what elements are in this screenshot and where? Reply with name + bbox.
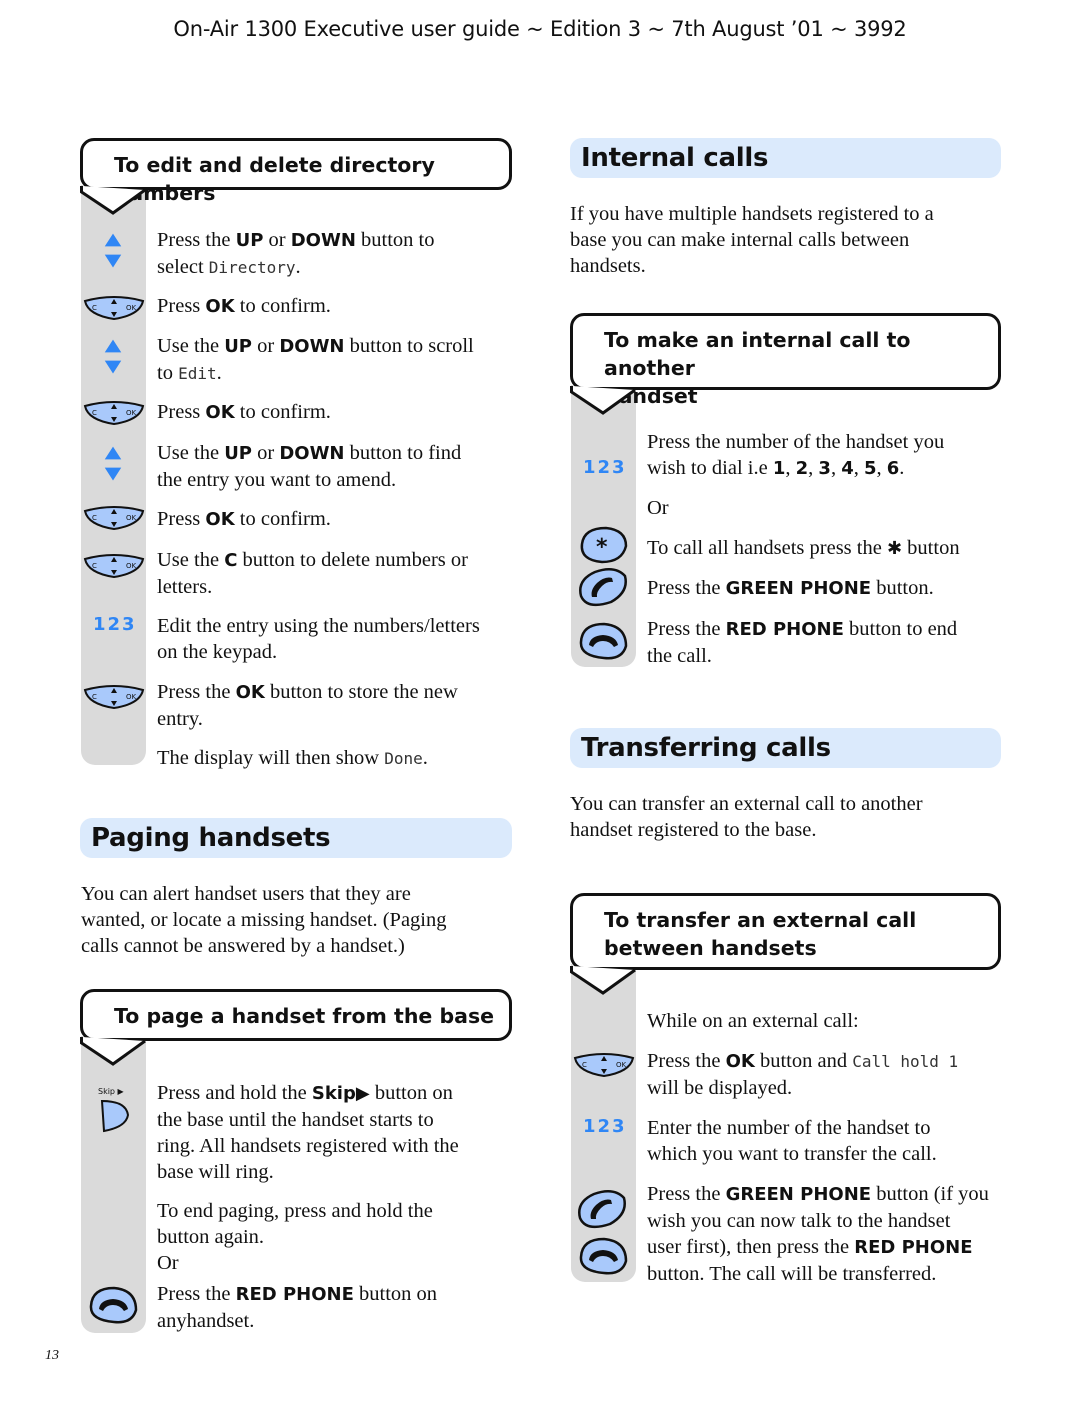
section-heading-band: Internal calls [570, 138, 1001, 178]
navigation-ok-key-icon [82, 684, 146, 710]
navigation-ok-key-icon [82, 295, 146, 321]
keypad-123-icon: 123 [583, 1116, 627, 1137]
step-text: Enter the number of the handset to which… [647, 1117, 937, 1165]
step-text: Use the UP or DOWN button to scroll to E… [157, 335, 474, 384]
step-text: Press the RED PHONE button on anyhandset… [157, 1283, 438, 1332]
page-number: 13 [45, 1348, 59, 1363]
keypad-123-icon: 123 [583, 457, 627, 478]
callout-tail [80, 1037, 146, 1066]
step-text: While on an external call: [647, 1010, 859, 1032]
up-down-arrows-icon [102, 337, 124, 377]
step-text: Press the OK button to store the new ent… [157, 681, 458, 730]
callout-title: To page a handset from the base [114, 1004, 495, 1028]
red-phone-icon [576, 1235, 630, 1277]
star-key-icon [576, 524, 630, 566]
step-text: Edit the entry using the numbers/letters… [157, 615, 480, 663]
callout-box: To transfer an external call between han… [570, 893, 1001, 970]
step-text: Press OK to confirm. [157, 508, 331, 530]
red-phone-icon [576, 620, 630, 662]
step-text: Press the GREEN PHONE button. [647, 577, 934, 599]
step-text: Press the OK button and Call hold 1 will… [647, 1050, 959, 1099]
step-text: Press the UP or DOWN button to select Di… [157, 229, 435, 278]
step-text: Use the C button to delete numbers or le… [157, 549, 468, 598]
display-text: Edit [178, 364, 217, 383]
star-icon: ✱ [886, 538, 903, 559]
step-text: To end paging, press and hold the button… [157, 1200, 433, 1274]
section-heading: Paging handsets [91, 823, 331, 853]
section-heading: Internal calls [581, 143, 769, 173]
step-text: Press OK to confirm. [157, 295, 331, 317]
step-text: Use the UP or DOWN button to find the en… [157, 442, 462, 491]
skip-button-icon [96, 1085, 132, 1135]
up-down-arrows-icon [102, 444, 124, 484]
callout-title: To make an internal call to another hand… [604, 328, 911, 408]
callout-tail [570, 386, 636, 415]
red-phone-icon [86, 1284, 140, 1326]
callout-tail [570, 966, 636, 995]
step-text: To call all handsets press the ✱ button [647, 537, 960, 559]
document-header: On-Air 1300 Executive user guide ~ Editi… [173, 17, 907, 41]
intro-paragraph: You can transfer an external call to ano… [570, 793, 923, 841]
step-text: Press the RED PHONE button to end the ca… [647, 618, 958, 667]
section-heading-band: Transferring calls [570, 728, 1001, 768]
step-text: Press the GREEN PHONE button (if you wis… [647, 1183, 989, 1285]
navigation-ok-key-icon [82, 400, 146, 426]
intro-paragraph: You can alert handset users that they ar… [81, 883, 447, 957]
callout-tail [80, 186, 146, 215]
callout-box: To page a handset from the base [80, 989, 512, 1041]
step-text: The display will then show Done. [157, 747, 428, 769]
section-heading: Transferring calls [581, 733, 831, 763]
callout-box: To edit and delete directory numbers [80, 138, 512, 205]
or-text: Or [647, 497, 669, 519]
display-text: Done [384, 749, 423, 768]
keypad-123-icon: 123 [93, 614, 137, 635]
callout-box: To make an internal call to another hand… [570, 313, 1001, 408]
navigation-ok-key-icon [82, 505, 146, 531]
navigation-ok-key-icon [82, 553, 146, 579]
intro-paragraph: If you have multiple handsets registered… [570, 203, 934, 277]
step-text: Press the number of the handset you wish… [647, 431, 945, 479]
green-phone-icon [574, 1188, 628, 1230]
green-phone-icon [575, 566, 629, 608]
callout-title: To edit and delete directory numbers [114, 153, 435, 205]
section-heading-band: Paging handsets [80, 818, 512, 858]
step-text: Press and hold the Skip▶ button on the b… [157, 1082, 459, 1183]
display-text: Directory [208, 258, 296, 277]
up-down-arrows-icon [102, 231, 124, 271]
display-text: Call hold 1 [852, 1052, 959, 1071]
callout-title: To transfer an external call between han… [604, 908, 917, 960]
step-text: Press OK to confirm. [157, 401, 331, 423]
navigation-ok-key-icon [572, 1052, 636, 1078]
